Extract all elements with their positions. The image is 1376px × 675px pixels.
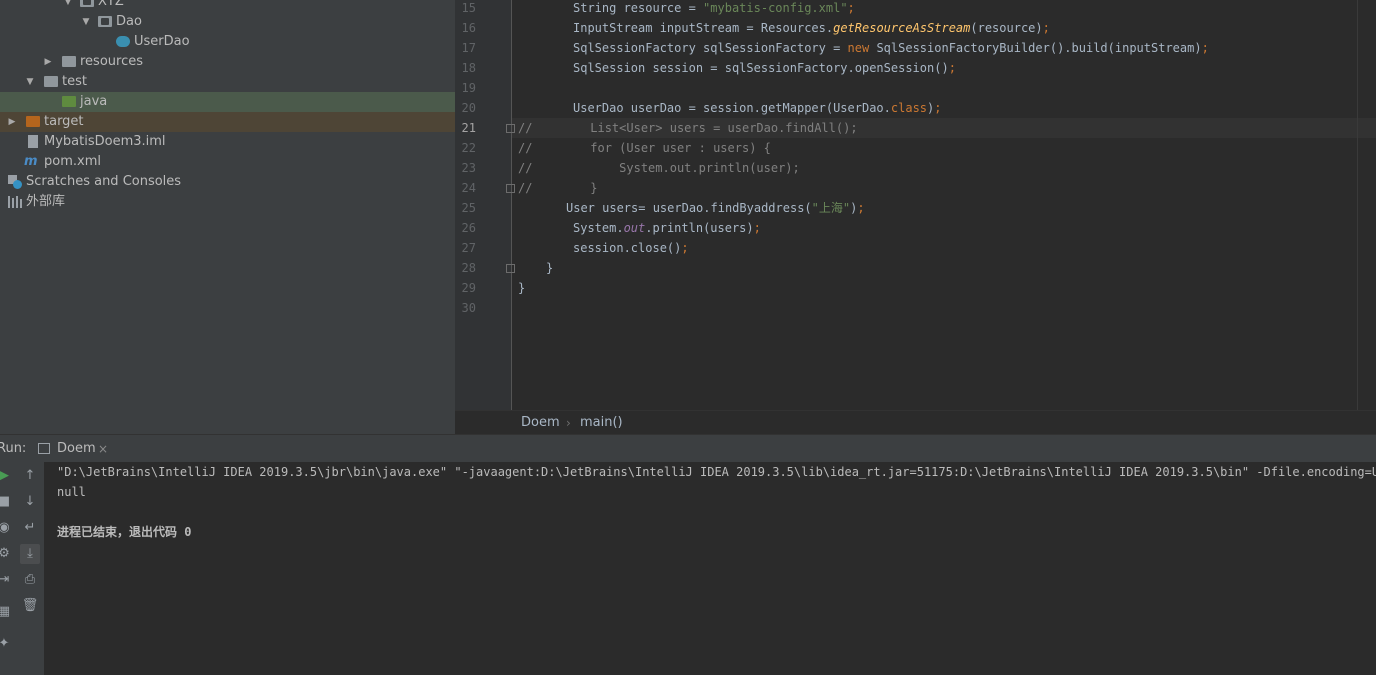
line-number: 15 [461, 1, 476, 15]
console-output[interactable]: "D:\JetBrains\IntelliJ IDEA 2019.3.5\jbr… [44, 462, 1376, 675]
test-sources-folder-icon [62, 96, 76, 107]
close-icon[interactable]: × [98, 435, 108, 463]
project-tree-panel: ▼ XYZ ▼ Dao UserDao ▶ resources ▼ test j… [0, 0, 455, 434]
run-toolbar-outer: ▶ ■ ◉ ⚙ ⇥ ▦ ✦ [0, 462, 19, 675]
line-number: 21 [461, 121, 476, 135]
code-line: SqlSessionFactory sqlSessionFactory = ne… [573, 41, 1209, 55]
code-line: User users= userDao.findByaddress("上海"); [566, 201, 865, 215]
line-number: 23 [461, 161, 476, 175]
line-number: 26 [461, 221, 476, 235]
line-number: 30 [461, 301, 476, 315]
chevron-down-icon[interactable]: ▼ [62, 0, 74, 12]
run-toolbar-inner: ↑ ↓ ↵ ⤓ ⎙ 🗑 [18, 462, 44, 675]
tree-item-xyz[interactable]: ▼ XYZ [0, 0, 455, 12]
arrow-up-icon[interactable]: ↑ [20, 466, 40, 486]
console-line: "D:\JetBrains\IntelliJ IDEA 2019.3.5\jbr… [57, 465, 1376, 479]
line-number: 22 [461, 141, 476, 155]
chevron-right-icon[interactable]: ▶ [42, 52, 54, 72]
tree-item-java[interactable]: java [0, 92, 455, 112]
chevron-right-icon[interactable]: ▶ [6, 112, 18, 132]
package-icon [98, 16, 112, 27]
camera-icon[interactable]: ◉ [0, 518, 14, 538]
arrow-down-icon[interactable]: ↓ [20, 492, 40, 512]
code-line: // } [518, 181, 598, 195]
right-margin-guide [1357, 0, 1358, 410]
tree-item-test[interactable]: ▼ test [0, 72, 455, 92]
line-number: 16 [461, 21, 476, 35]
code-line: } [546, 261, 554, 275]
folder-icon [44, 76, 58, 87]
line-number: 27 [461, 241, 476, 255]
fold-marker-icon[interactable] [506, 184, 515, 193]
tree-item-pom[interactable]: m pom.xml [0, 152, 455, 172]
package-icon [80, 0, 94, 7]
code-line: session.close(); [573, 241, 689, 255]
tab-label: Doem [57, 441, 96, 456]
code-line: String resource = "mybatis-config.xml"; [573, 1, 855, 15]
run-label: Run: [0, 441, 27, 456]
console-line: 进程已结束，退出代码 0 [57, 525, 192, 539]
soft-wrap-icon[interactable]: ↵ [20, 518, 40, 538]
rerun-icon[interactable]: ▶ [0, 466, 14, 486]
chevron-down-icon[interactable]: ▼ [80, 12, 92, 32]
line-number: 18 [461, 61, 476, 75]
tree-item-scratches[interactable]: Scratches and Consoles [0, 172, 455, 192]
code-line: // for (User user : users) { [518, 141, 771, 155]
chevron-down-icon[interactable]: ▼ [24, 72, 36, 92]
console-icon [38, 443, 50, 454]
tree-item-target[interactable]: ▶ target [0, 112, 455, 132]
code-line: SqlSession session = sqlSessionFactory.o… [573, 61, 956, 75]
tree-item-resources[interactable]: ▶ resources [0, 52, 455, 72]
breadcrumb-method[interactable]: main() [580, 411, 623, 435]
module-file-icon [28, 135, 38, 148]
scroll-to-end-icon[interactable]: ⤓ [20, 544, 40, 564]
console-line: null [57, 485, 86, 499]
layout-icon[interactable]: ▦ [0, 602, 14, 622]
chevron-right-icon: › [566, 416, 571, 430]
line-number: 17 [461, 41, 476, 55]
line-number: 19 [461, 81, 476, 95]
resources-folder-icon [62, 56, 76, 67]
code-line: InputStream inputStream = Resources.getR… [573, 21, 1050, 35]
code-line: // List<User> users = userDao.findAll(); [518, 121, 858, 135]
tab-doem[interactable]: Doem × [34, 437, 112, 461]
maven-icon: m [24, 154, 38, 169]
fold-marker-icon[interactable] [506, 124, 515, 133]
excluded-folder-icon [26, 116, 40, 127]
line-number: 20 [461, 101, 476, 115]
line-number: 25 [461, 201, 476, 215]
settings-icon[interactable]: ⚙ [0, 544, 14, 564]
trash-icon[interactable]: 🗑 [20, 596, 40, 616]
line-number: 24 [461, 181, 476, 195]
stop-icon[interactable]: ■ [0, 492, 14, 512]
breadcrumb: Doem › main() [455, 410, 1376, 435]
fold-marker-icon[interactable] [506, 264, 515, 273]
scratches-icon [8, 175, 22, 189]
tree-item-external-libraries[interactable]: 外部库 [0, 192, 455, 212]
line-number: 29 [461, 281, 476, 295]
tree-item-dao[interactable]: ▼ Dao [0, 12, 455, 32]
breadcrumb-class[interactable]: Doem [521, 411, 560, 435]
tree-item-userdao[interactable]: UserDao [0, 32, 455, 52]
code-line: System.out.println(users); [573, 221, 761, 235]
print-icon[interactable]: ⎙ [20, 570, 40, 590]
code-editor[interactable]: 15 String resource = "mybatis-config.xml"… [455, 0, 1376, 410]
login-icon[interactable]: ⇥ [0, 570, 14, 590]
run-tool-window-header: Run: Doem × [0, 434, 1376, 463]
gutter-divider [511, 0, 512, 410]
code-line: // System.out.println(user); [518, 161, 800, 175]
tree-item-iml[interactable]: MybatisDoem3.iml [0, 132, 455, 152]
code-line: UserDao userDao = session.getMapper(User… [573, 101, 942, 115]
line-number: 28 [461, 261, 476, 275]
pin-icon[interactable]: ✦ [0, 634, 14, 654]
code-line: } [518, 281, 526, 295]
libraries-icon [8, 196, 22, 208]
mybatis-interface-icon [116, 36, 130, 47]
